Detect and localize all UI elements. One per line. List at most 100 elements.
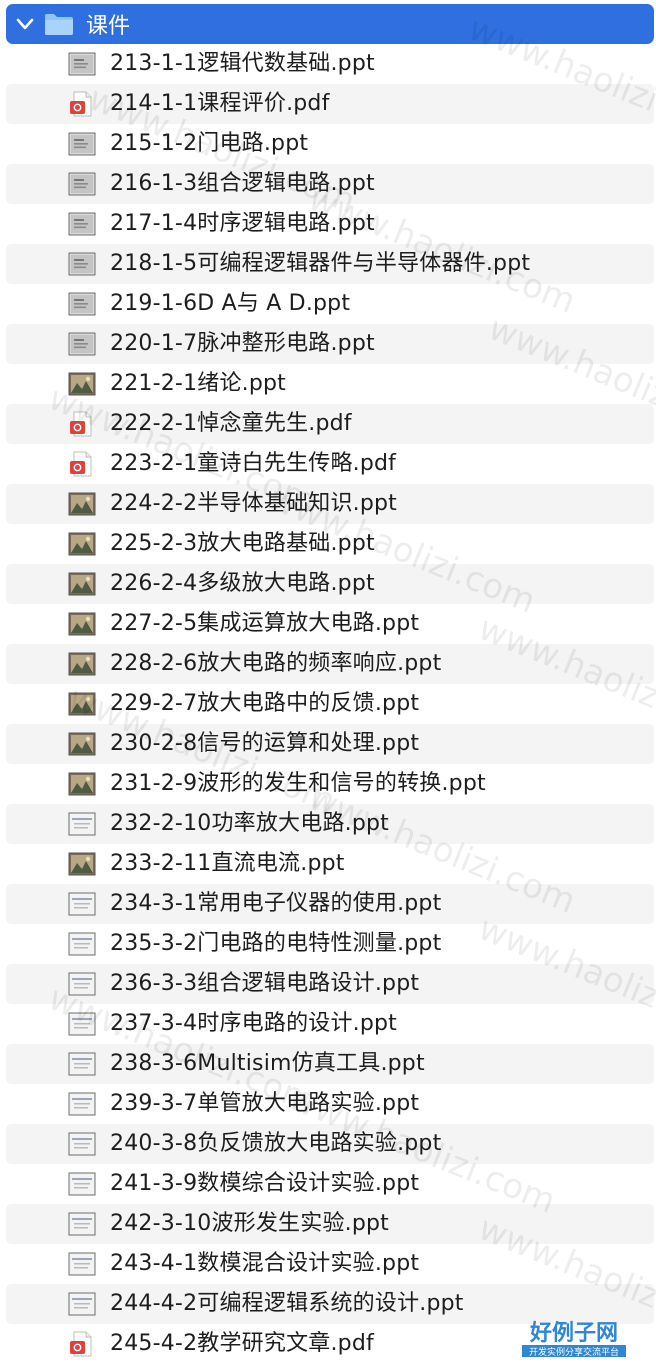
pdf-icon [68, 451, 96, 477]
file-row[interactable]: 241-3-9数模综合设计实验.ppt [0, 1164, 656, 1204]
file-name: 237-3-4时序电路的设计.ppt [110, 1011, 398, 1036]
file-name: 214-1-1课程评价.pdf [110, 91, 330, 116]
ppt-photo-icon [68, 571, 96, 597]
file-name: 218-1-5可编程逻辑器件与半导体器件.ppt [110, 251, 531, 276]
file-row[interactable]: 232-2-10功率放大电路.ppt [6, 804, 654, 844]
ppt-light-icon [68, 1051, 96, 1077]
site-logo: 好例子网 开发实例分享交流平台 [522, 1320, 626, 1358]
file-row[interactable]: 218-1-5可编程逻辑器件与半导体器件.ppt [6, 244, 654, 284]
ppt-slide-icon [68, 331, 96, 357]
chevron-down-icon[interactable] [14, 13, 36, 35]
ppt-light-icon [68, 811, 96, 837]
file-name: 241-3-9数模综合设计实验.ppt [110, 1171, 420, 1196]
ppt-light-icon [68, 1291, 96, 1317]
ppt-photo-icon [68, 371, 96, 397]
folder-row-kejian[interactable]: 课件 [6, 4, 654, 44]
file-name: 225-2-3放大电路基础.ppt [110, 531, 375, 556]
file-row[interactable]: 226-2-4多级放大电路.ppt [6, 564, 654, 604]
file-row[interactable]: 235-3-2门电路的电特性测量.ppt [0, 924, 656, 964]
file-name: 242-3-10波形发生实验.ppt [110, 1211, 390, 1236]
file-name: 224-2-2半导体基础知识.ppt [110, 491, 398, 516]
file-row[interactable]: 231-2-9波形的发生和信号的转换.ppt [0, 764, 656, 804]
file-name: 244-4-2可编程逻辑系统的设计.ppt [110, 1291, 464, 1316]
file-row[interactable]: 224-2-2半导体基础知识.ppt [6, 484, 654, 524]
ppt-photo-icon [68, 611, 96, 637]
ppt-light-icon [68, 1251, 96, 1277]
ppt-light-icon [68, 971, 96, 997]
file-row[interactable]: 240-3-8负反馈放大电路实验.ppt [6, 1124, 654, 1164]
file-row[interactable]: 221-2-1绪论.ppt [0, 364, 656, 404]
file-name: 240-3-8负反馈放大电路实验.ppt [110, 1131, 442, 1156]
file-row[interactable]: 214-1-1课程评价.pdf [6, 84, 654, 124]
file-name: 217-1-4时序逻辑电路.ppt [110, 211, 375, 236]
file-row[interactable]: 230-2-8信号的运算和处理.ppt [6, 724, 654, 764]
file-row[interactable]: 236-3-3组合逻辑电路设计.ppt [6, 964, 654, 1004]
file-name: 220-1-7脉冲整形电路.ppt [110, 331, 375, 356]
file-row[interactable]: 217-1-4时序逻辑电路.ppt [0, 204, 656, 244]
ppt-slide-icon [68, 251, 96, 277]
file-name: 245-4-2教学研究文章.pdf [110, 1331, 374, 1356]
file-name: 221-2-1绪论.ppt [110, 371, 287, 396]
file-name: 229-2-7放大电路中的反馈.ppt [110, 691, 420, 716]
file-name: 234-3-1常用电子仪器的使用.ppt [110, 891, 442, 916]
logo-subtitle: 开发实例分享交流平台 [529, 1346, 619, 1358]
ppt-light-icon [68, 931, 96, 957]
file-name: 222-2-1悼念童先生.pdf [110, 411, 352, 436]
file-name: 239-3-7单管放大电路实验.ppt [110, 1091, 420, 1116]
ppt-light-icon [68, 1131, 96, 1157]
file-name: 236-3-3组合逻辑电路设计.ppt [110, 971, 420, 996]
file-name: 230-2-8信号的运算和处理.ppt [110, 731, 420, 756]
ppt-slide-icon [68, 51, 96, 77]
file-row[interactable]: 220-1-7脉冲整形电路.ppt [6, 324, 654, 364]
ppt-slide-icon [68, 131, 96, 157]
file-row[interactable]: 238-3-6Multisim仿真工具.ppt [6, 1044, 654, 1084]
file-row[interactable]: 216-1-3组合逻辑电路.ppt [6, 164, 654, 204]
ppt-light-icon [68, 1011, 96, 1037]
ppt-slide-icon [68, 291, 96, 317]
pdf-icon [68, 411, 96, 437]
file-row[interactable]: 213-1-1逻辑代数基础.ppt [0, 44, 656, 84]
ppt-photo-icon [68, 851, 96, 877]
file-name: 213-1-1逻辑代数基础.ppt [110, 51, 375, 76]
logo-title: 好例子网 [529, 1320, 618, 1346]
file-row[interactable]: 222-2-1悼念童先生.pdf [6, 404, 654, 444]
file-name: 215-1-2门电路.ppt [110, 131, 309, 156]
file-row[interactable]: 225-2-3放大电路基础.ppt [0, 524, 656, 564]
file-name: 232-2-10功率放大电路.ppt [110, 811, 390, 836]
file-row[interactable]: 227-2-5集成运算放大电路.ppt [0, 604, 656, 644]
file-row[interactable]: 242-3-10波形发生实验.ppt [6, 1204, 654, 1244]
ppt-light-icon [68, 891, 96, 917]
file-name: 238-3-6Multisim仿真工具.ppt [110, 1051, 425, 1076]
ppt-photo-icon [68, 731, 96, 757]
file-row[interactable]: 228-2-6放大电路的频率响应.ppt [6, 644, 654, 684]
ppt-light-icon [68, 1211, 96, 1237]
file-name: 231-2-9波形的发生和信号的转换.ppt [110, 771, 486, 796]
ppt-slide-icon [68, 211, 96, 237]
pdf-icon [68, 91, 96, 117]
file-row[interactable]: 219-1-6D A与 A D.ppt [0, 284, 656, 324]
file-row[interactable]: 234-3-1常用电子仪器的使用.ppt [6, 884, 654, 924]
file-name: 216-1-3组合逻辑电路.ppt [110, 171, 375, 196]
file-row[interactable]: 233-2-11直流电流.ppt [0, 844, 656, 884]
file-name: 219-1-6D A与 A D.ppt [110, 291, 351, 316]
file-row[interactable]: 223-2-1童诗白先生传略.pdf [0, 444, 656, 484]
file-name: 223-2-1童诗白先生传略.pdf [110, 451, 397, 476]
ppt-photo-icon [68, 531, 96, 557]
file-name: 227-2-5集成运算放大电路.ppt [110, 611, 420, 636]
file-row[interactable]: 243-4-1数模混合设计实验.ppt [0, 1244, 656, 1284]
ppt-photo-icon [68, 691, 96, 717]
ppt-photo-icon [68, 651, 96, 677]
file-name: 235-3-2门电路的电特性测量.ppt [110, 931, 442, 956]
file-row[interactable]: 237-3-4时序电路的设计.ppt [0, 1004, 656, 1044]
ppt-slide-icon [68, 171, 96, 197]
ppt-photo-icon [68, 491, 96, 517]
ppt-light-icon [68, 1171, 96, 1197]
file-list: 213-1-1逻辑代数基础.ppt 214-1-1课程评价.pdf 215-1-2门… [0, 44, 656, 1364]
file-row[interactable]: 239-3-7单管放大电路实验.ppt [0, 1084, 656, 1124]
file-name: 228-2-6放大电路的频率响应.ppt [110, 651, 442, 676]
file-name: 226-2-4多级放大电路.ppt [110, 571, 375, 596]
file-row[interactable]: 229-2-7放大电路中的反馈.ppt [0, 684, 656, 724]
file-row[interactable]: 215-1-2门电路.ppt [0, 124, 656, 164]
file-name: 233-2-11直流电流.ppt [110, 851, 345, 876]
folder-label: 课件 [86, 14, 131, 39]
